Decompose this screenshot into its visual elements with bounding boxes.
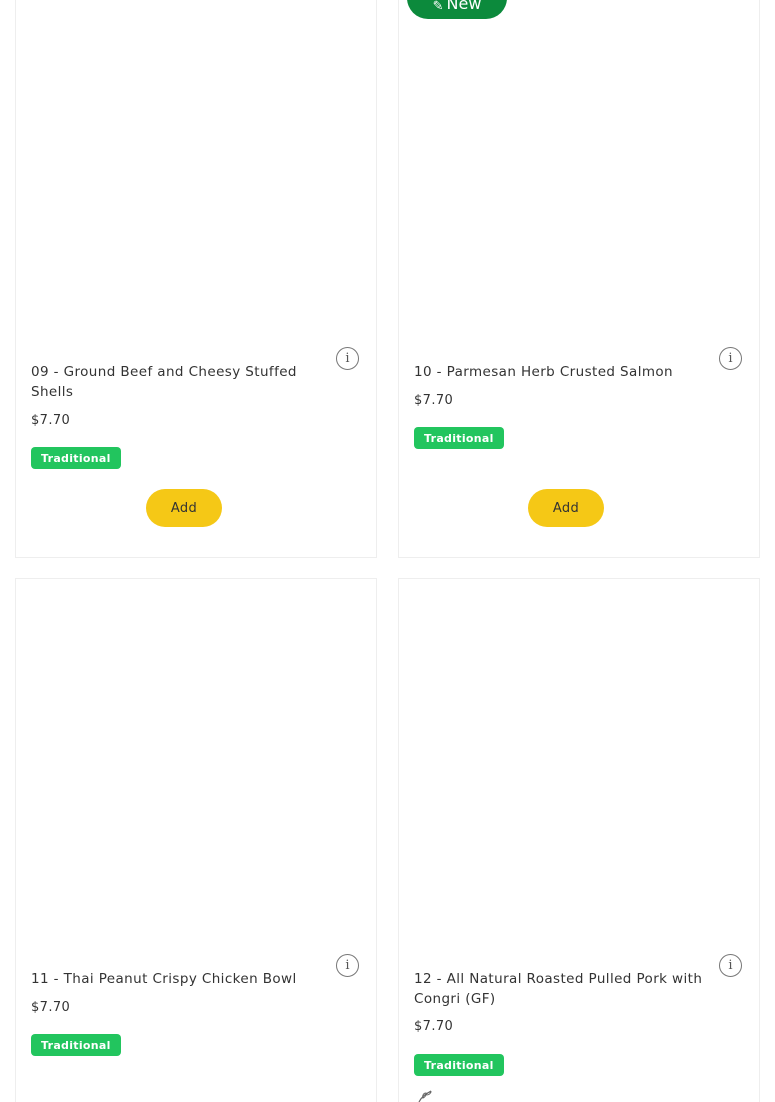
new-badge: ✎ New	[407, 0, 507, 19]
new-badge-label: New	[446, 0, 482, 13]
meal-card: i 09 - Ground Beef and Cheesy Stuffed Sh…	[15, 0, 377, 558]
meal-image[interactable]	[16, 0, 376, 339]
meal-price: $7.70	[31, 413, 71, 428]
meal-title[interactable]: 09 - Ground Beef and Cheesy Stuffed Shel…	[31, 363, 321, 402]
info-icon[interactable]: i	[719, 954, 742, 977]
meal-title[interactable]: 10 - Parmesan Herb Crusted Salmon	[414, 363, 704, 383]
leaf-icon-svg	[418, 1090, 432, 1102]
meal-price: $7.70	[414, 393, 454, 408]
diet-tag: Traditional	[414, 1054, 504, 1076]
add-button[interactable]: Add	[146, 489, 222, 527]
meal-image[interactable]	[399, 0, 759, 339]
info-icon[interactable]: i	[336, 954, 359, 977]
meal-title[interactable]: 11 - Thai Peanut Crispy Chicken Bowl	[31, 970, 321, 990]
meal-grid: i 09 - Ground Beef and Cheesy Stuffed Sh…	[0, 0, 775, 1102]
meal-card: i 12 - All Natural Roasted Pulled Pork w…	[398, 578, 760, 1102]
add-button[interactable]: Add	[528, 489, 604, 527]
meal-card: ✎ New i 10 - Parmesan Herb Crusted Salmo…	[398, 0, 760, 558]
diet-tag: Traditional	[31, 1034, 121, 1056]
leaf-icon	[417, 1089, 433, 1102]
sparkle-icon: ✎	[432, 0, 444, 14]
meal-card: i 11 - Thai Peanut Crispy Chicken Bowl $…	[15, 578, 377, 1102]
info-icon[interactable]: i	[719, 347, 742, 370]
meal-image[interactable]	[16, 579, 376, 919]
meal-price: $7.70	[31, 1000, 71, 1015]
diet-tag: Traditional	[414, 427, 504, 449]
meal-title[interactable]: 12 - All Natural Roasted Pulled Pork wit…	[414, 970, 704, 1009]
diet-tag: Traditional	[31, 447, 121, 469]
info-icon[interactable]: i	[336, 347, 359, 370]
meal-image[interactable]	[399, 579, 759, 919]
meal-price: $7.70	[414, 1019, 454, 1034]
